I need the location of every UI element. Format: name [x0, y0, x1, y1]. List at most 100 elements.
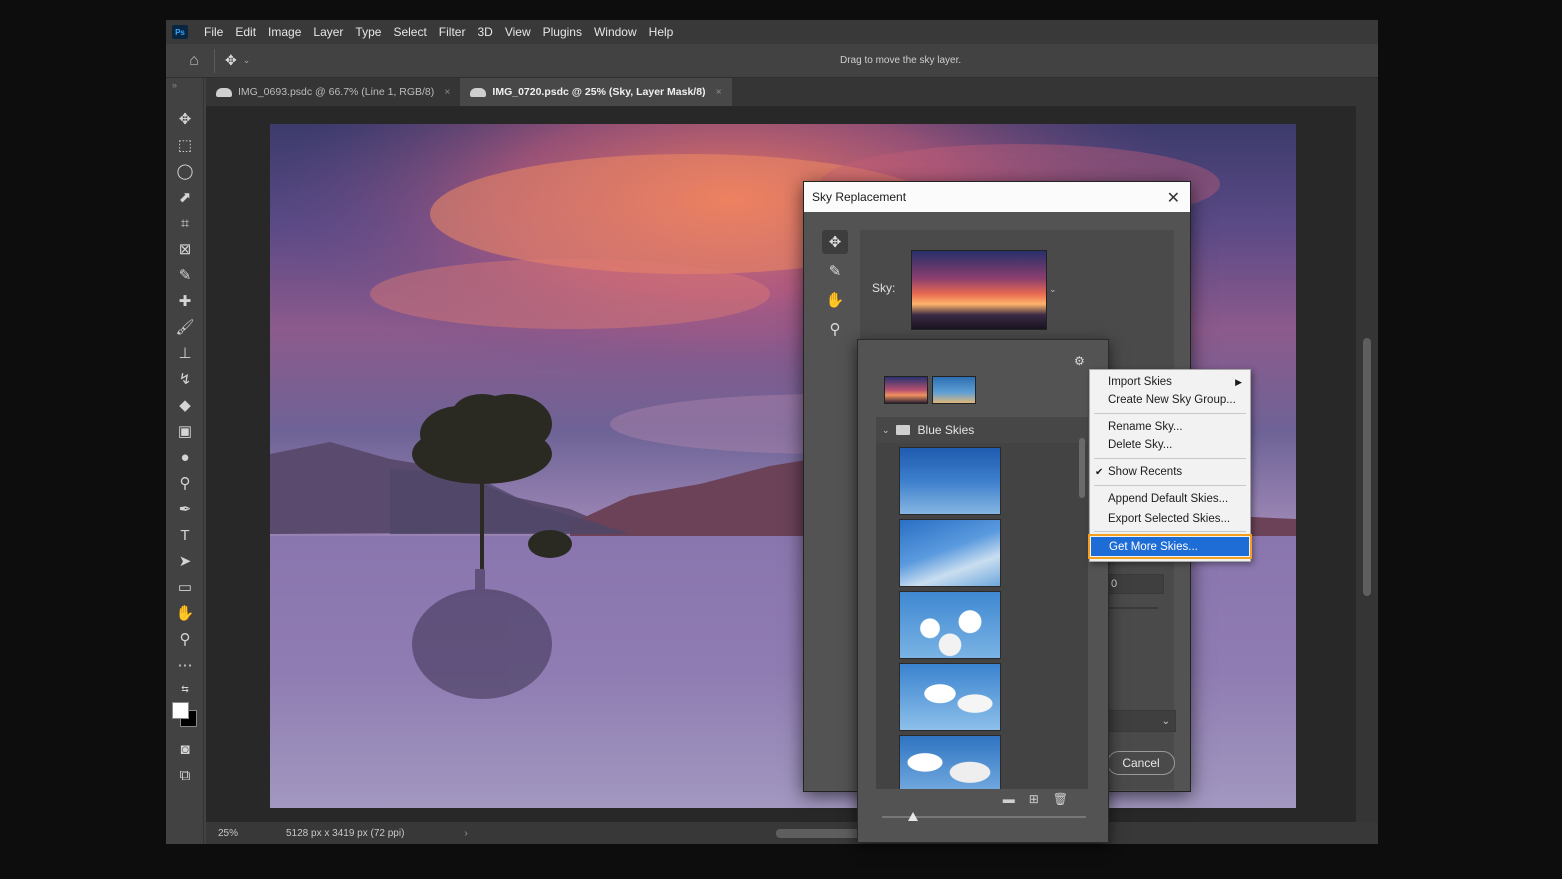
- dodge-tool-icon[interactable]: ⚲: [174, 472, 196, 494]
- hand-tool-icon[interactable]: ✋: [174, 602, 196, 624]
- menu-help[interactable]: Help: [643, 25, 680, 39]
- divider: [214, 48, 215, 73]
- menu-layer[interactable]: Layer: [307, 25, 349, 39]
- dialog-tools: ✥ ✎ ✋ ⚲: [822, 230, 848, 346]
- tab-img-0720[interactable]: IMG_0720.psdc @ 25% (Sky, Layer Mask/8) …: [460, 78, 732, 106]
- vertical-scrollbar[interactable]: [1356, 106, 1378, 822]
- sky-preset-item[interactable]: [899, 519, 1001, 587]
- menu-plugins[interactable]: Plugins: [537, 25, 588, 39]
- menu-edit[interactable]: Edit: [229, 25, 262, 39]
- panel-collapse-icon[interactable]: »: [172, 80, 177, 90]
- quick-mask-icon[interactable]: ◙: [174, 738, 196, 760]
- menu-item-label: Get More Skies...: [1109, 540, 1198, 553]
- history-brush-icon[interactable]: ↯: [174, 368, 196, 390]
- pen-tool-icon[interactable]: ✒: [174, 498, 196, 520]
- menu-3d[interactable]: 3D: [471, 25, 498, 39]
- trash-icon[interactable]: 🗑: [1053, 792, 1068, 812]
- swap-colors-icon[interactable]: ⇆: [174, 678, 196, 700]
- sky-move-tool-icon[interactable]: ✥: [822, 230, 848, 254]
- value-field[interactable]: 0: [1106, 574, 1164, 594]
- output-dropdown[interactable]: ⌄: [1106, 710, 1176, 732]
- picker-footer: ▬ ⊞ 🗑: [858, 792, 1108, 812]
- sky-options-menu: Import Skies ▶ Create New Sky Group... R…: [1088, 369, 1252, 562]
- eyedropper-tool-icon[interactable]: ✎: [174, 264, 196, 286]
- gear-icon[interactable]: ⚙: [1074, 354, 1085, 368]
- type-tool-icon[interactable]: T: [174, 524, 196, 546]
- menu-file[interactable]: File: [198, 25, 229, 39]
- close-icon[interactable]: ×: [444, 86, 450, 98]
- path-select-tool-icon[interactable]: ➤: [174, 550, 196, 572]
- healing-brush-icon[interactable]: ✚: [174, 290, 196, 312]
- document-info: 5128 px x 3419 px (72 ppi): [286, 827, 405, 839]
- sky-list-scrollbar[interactable]: [1078, 420, 1086, 785]
- more-tools-icon[interactable]: ⋯: [174, 654, 196, 676]
- chevron-down-icon[interactable]: ⌄: [243, 55, 251, 66]
- menu-item-export-selected-skies[interactable]: Export Selected Skies...: [1090, 510, 1250, 528]
- sky-preset-item[interactable]: [899, 663, 1001, 731]
- menu-divider: [1094, 458, 1246, 459]
- dialog-title: Sky Replacement: [804, 182, 1190, 212]
- menu-item-show-recents[interactable]: ✔ Show Recents: [1090, 463, 1250, 481]
- brush-tool-icon[interactable]: 🖌: [174, 316, 196, 338]
- cloud-document-icon: [216, 87, 232, 97]
- lasso-tool-icon[interactable]: ◯: [174, 160, 196, 182]
- add-sky-icon[interactable]: ⊞: [1029, 792, 1039, 812]
- stamp-tool-icon[interactable]: ⊥: [174, 342, 196, 364]
- screen-mode-icon[interactable]: ⧉: [174, 764, 196, 786]
- scrollbar-thumb[interactable]: [1079, 438, 1085, 498]
- tab-img-0693[interactable]: IMG_0693.psdc @ 66.7% (Line 1, RGB/8) ×: [206, 78, 460, 106]
- zoom-tool-icon[interactable]: ⚲: [822, 317, 848, 341]
- cancel-button[interactable]: Cancel: [1107, 751, 1175, 775]
- sky-group-header[interactable]: ⌄ Blue Skies: [876, 417, 1088, 443]
- recent-sky-thumbnail[interactable]: [884, 376, 928, 404]
- sky-preset-item[interactable]: [899, 591, 1001, 659]
- move-tool-icon[interactable]: ✥: [225, 52, 237, 69]
- blur-tool-icon[interactable]: ●: [174, 446, 196, 468]
- menu-item-create-new-sky-group[interactable]: Create New Sky Group...: [1090, 391, 1250, 409]
- gradient-tool-icon[interactable]: ▣: [174, 420, 196, 442]
- chevron-down-icon[interactable]: ⌄: [1049, 284, 1057, 295]
- menu-item-import-skies[interactable]: Import Skies ▶: [1090, 373, 1250, 391]
- foreground-color-swatch[interactable]: [172, 702, 189, 719]
- frame-tool-icon[interactable]: ⊠: [174, 238, 196, 260]
- scrollbar-thumb[interactable]: [1363, 338, 1371, 596]
- chevron-down-icon[interactable]: ⌄: [882, 425, 890, 436]
- menu-type[interactable]: Type: [349, 25, 387, 39]
- sky-list[interactable]: [876, 443, 1088, 789]
- crop-tool-icon[interactable]: ⌗: [174, 212, 196, 234]
- menu-item-label: Append Default Skies...: [1108, 493, 1229, 505]
- eraser-tool-icon[interactable]: ◆: [174, 394, 196, 416]
- menu-view[interactable]: View: [499, 25, 537, 39]
- new-group-folder-icon[interactable]: ▬: [1003, 792, 1015, 812]
- rectangle-tool-icon[interactable]: ▭: [174, 576, 196, 598]
- menu-select[interactable]: Select: [387, 25, 432, 39]
- hand-tool-icon[interactable]: ✋: [822, 288, 848, 312]
- menu-filter[interactable]: Filter: [433, 25, 472, 39]
- move-tool-icon[interactable]: ✥: [174, 108, 196, 130]
- close-icon[interactable]: ×: [716, 86, 722, 98]
- slider-handle[interactable]: [908, 812, 918, 821]
- menu-image[interactable]: Image: [262, 25, 307, 39]
- menu-item-get-more-skies[interactable]: Get More Skies...: [1088, 534, 1252, 559]
- menu-item-append-default-skies[interactable]: Append Default Skies...: [1090, 490, 1250, 508]
- sky-preset-thumbnail[interactable]: [911, 250, 1047, 330]
- recent-sky-thumbnail[interactable]: [932, 376, 976, 404]
- menu-divider: [1094, 413, 1246, 414]
- sky-brush-tool-icon[interactable]: ✎: [822, 259, 848, 283]
- menu-item-rename-sky[interactable]: Rename Sky...: [1090, 418, 1250, 436]
- zoom-level[interactable]: 25%: [206, 828, 254, 839]
- menu-item-label: Show Recents: [1108, 466, 1183, 478]
- menu-item-delete-sky[interactable]: Delete Sky...: [1090, 436, 1250, 454]
- close-icon[interactable]: ✕: [1167, 188, 1180, 208]
- chevron-right-icon[interactable]: ›: [464, 828, 467, 839]
- tab-label: IMG_0693.psdc @ 66.7% (Line 1, RGB/8): [238, 86, 435, 98]
- sky-preset-item[interactable]: [899, 735, 1001, 789]
- marquee-tool-icon[interactable]: ⬚: [174, 134, 196, 156]
- menu-window[interactable]: Window: [588, 25, 643, 39]
- home-icon[interactable]: ⌂: [184, 51, 204, 71]
- zoom-tool-icon[interactable]: ⚲: [174, 628, 196, 650]
- slider-track[interactable]: [1106, 607, 1158, 609]
- sky-preset-item[interactable]: [899, 447, 1001, 515]
- object-select-tool-icon[interactable]: ⬈: [174, 186, 196, 208]
- tools-panel: » ✥ ⬚ ◯ ⬈ ⌗ ⊠ ✎ ✚ 🖌 ⊥ ↯ ◆ ▣ ● ⚲ ✒ T ➤ ▭ …: [166, 78, 204, 844]
